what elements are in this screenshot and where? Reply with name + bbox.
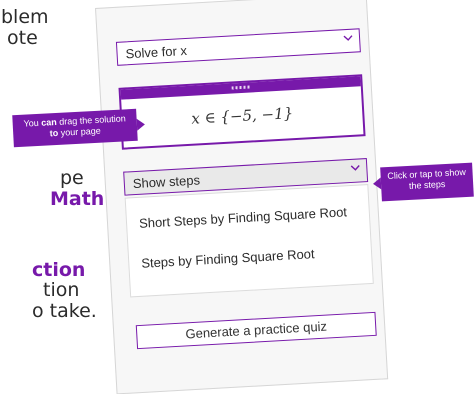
solution-box[interactable]: x ∈ {−5, −1} xyxy=(118,74,366,150)
steps-option-full[interactable]: Steps by Finding Square Root xyxy=(141,246,315,271)
tutorial-text-line5: ction xyxy=(32,259,86,281)
chevron-down-icon xyxy=(343,33,354,44)
steps-dropdown-list: Short Steps by Finding Square Root Steps… xyxy=(124,184,374,298)
solve-select-value: Solve for x xyxy=(125,42,188,62)
math-panel-card: Solve for x x ∈ {−5, −1} Show steps Shor… xyxy=(95,0,389,394)
show-steps-callout: Click or tap to show the steps xyxy=(380,162,474,202)
drag-callout-mid: drag the solution xyxy=(56,113,126,127)
solve-select[interactable]: Solve for x xyxy=(115,28,361,66)
tutorial-text-line7: o take. xyxy=(32,300,97,322)
tutorial-text-line6: tion xyxy=(43,279,80,301)
solution-math: x ∈ {−5, −1} xyxy=(190,104,294,128)
drag-handle[interactable] xyxy=(120,76,361,100)
drag-callout-post: your page xyxy=(57,125,101,138)
drag-solution-callout: You can drag the solution to your page xyxy=(12,108,138,148)
chevron-down-icon xyxy=(350,162,361,173)
steps-option-short[interactable]: Short Steps by Finding Square Root xyxy=(139,204,348,231)
math-panel: Solve for x x ∈ {−5, −1} Show steps Shor… xyxy=(95,0,389,394)
drag-callout-can: can xyxy=(40,116,57,128)
drag-handle-icon xyxy=(231,85,250,90)
tutorial-text-line3: pe xyxy=(60,167,84,189)
tutorial-text-line1: blem xyxy=(1,6,49,28)
tutorial-text-line2: ote xyxy=(7,27,38,49)
generate-quiz-button[interactable]: Generate a practice quiz xyxy=(135,311,377,350)
drag-callout-pre: You xyxy=(23,117,42,129)
steps-select-value: Show steps xyxy=(132,172,201,192)
